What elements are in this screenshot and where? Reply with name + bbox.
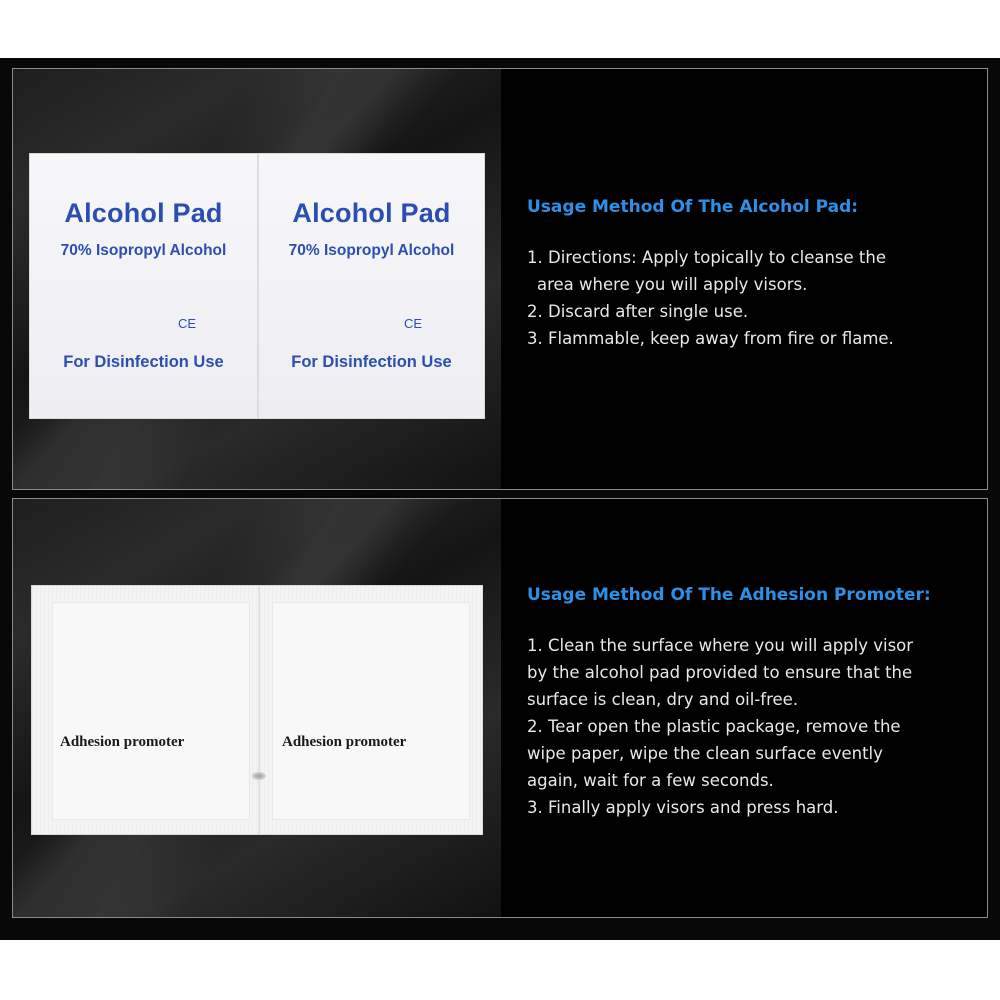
alcohol-pad-title: Alcohol Pad: [292, 198, 451, 228]
alcohol-pad-use: For Disinfection Use: [291, 353, 452, 371]
usage-line: 3. Flammable, keep away from fire or fla…: [527, 329, 894, 348]
adhesion-usage-heading: Usage Method Of The Adhesion Promoter:: [527, 585, 931, 605]
usage-line: 1. Clean the surface where you will appl…: [527, 636, 914, 655]
alcohol-usage-heading: Usage Method Of The Alcohol Pad:: [527, 197, 859, 217]
usage-line: 2. Discard after single use.: [527, 302, 749, 321]
usage-line: again, wait for a few seconds.: [527, 771, 774, 790]
adhesion-label: Adhesion promoter: [60, 734, 185, 750]
usage-line: surface is clean, dry and oil-free.: [527, 690, 799, 709]
alcohol-pad-packet: Alcohol Pad 70% Isopropyl Alcohol CE For…: [29, 153, 485, 419]
alcohol-pad-right: Alcohol Pad 70% Isopropyl Alcohol CE For…: [258, 154, 485, 418]
adhesion-label: Adhesion promoter: [282, 734, 407, 750]
ce-mark: CE: [404, 316, 423, 331]
usage-line: 2. Tear open the plastic package, remove…: [527, 717, 901, 736]
alcohol-pad-subtitle: 70% Isopropyl Alcohol: [288, 242, 455, 259]
alcohol-pad-use: For Disinfection Use: [63, 353, 224, 371]
packet-inner-left: [52, 602, 250, 820]
ce-mark: CE: [178, 316, 197, 331]
alcohol-pad-title: Alcohol Pad: [64, 198, 223, 228]
alcohol-pad-panel: Alcohol Pad 70% Isopropyl Alcohol CE For…: [12, 68, 988, 490]
tear-notch: [252, 772, 266, 780]
packet-divider: [258, 586, 260, 834]
alcohol-pad-left: Alcohol Pad 70% Isopropyl Alcohol CE For…: [30, 154, 257, 418]
adhesion-promoter-panel: Adhesion promoter Adhesion promoter Usag…: [12, 498, 988, 918]
usage-line: 3. Finally apply visors and press hard.: [527, 798, 839, 817]
alcohol-usage-lines: 1. Directions: Apply topically to cleans…: [527, 244, 894, 352]
adhesion-usage-lines: 1. Clean the surface where you will appl…: [527, 632, 913, 821]
usage-line: by the alcohol pad provided to ensure th…: [527, 663, 913, 682]
alcohol-pad-subtitle: 70% Isopropyl Alcohol: [60, 242, 227, 259]
usage-line: 1. Directions: Apply topically to cleans…: [527, 248, 886, 267]
packet-inner-right: [272, 602, 470, 820]
usage-line: wipe paper, wipe the clean surface event…: [527, 744, 883, 763]
adhesion-promoter-packet: Adhesion promoter Adhesion promoter: [31, 585, 483, 835]
usage-line: area where you will apply visors.: [537, 275, 808, 294]
